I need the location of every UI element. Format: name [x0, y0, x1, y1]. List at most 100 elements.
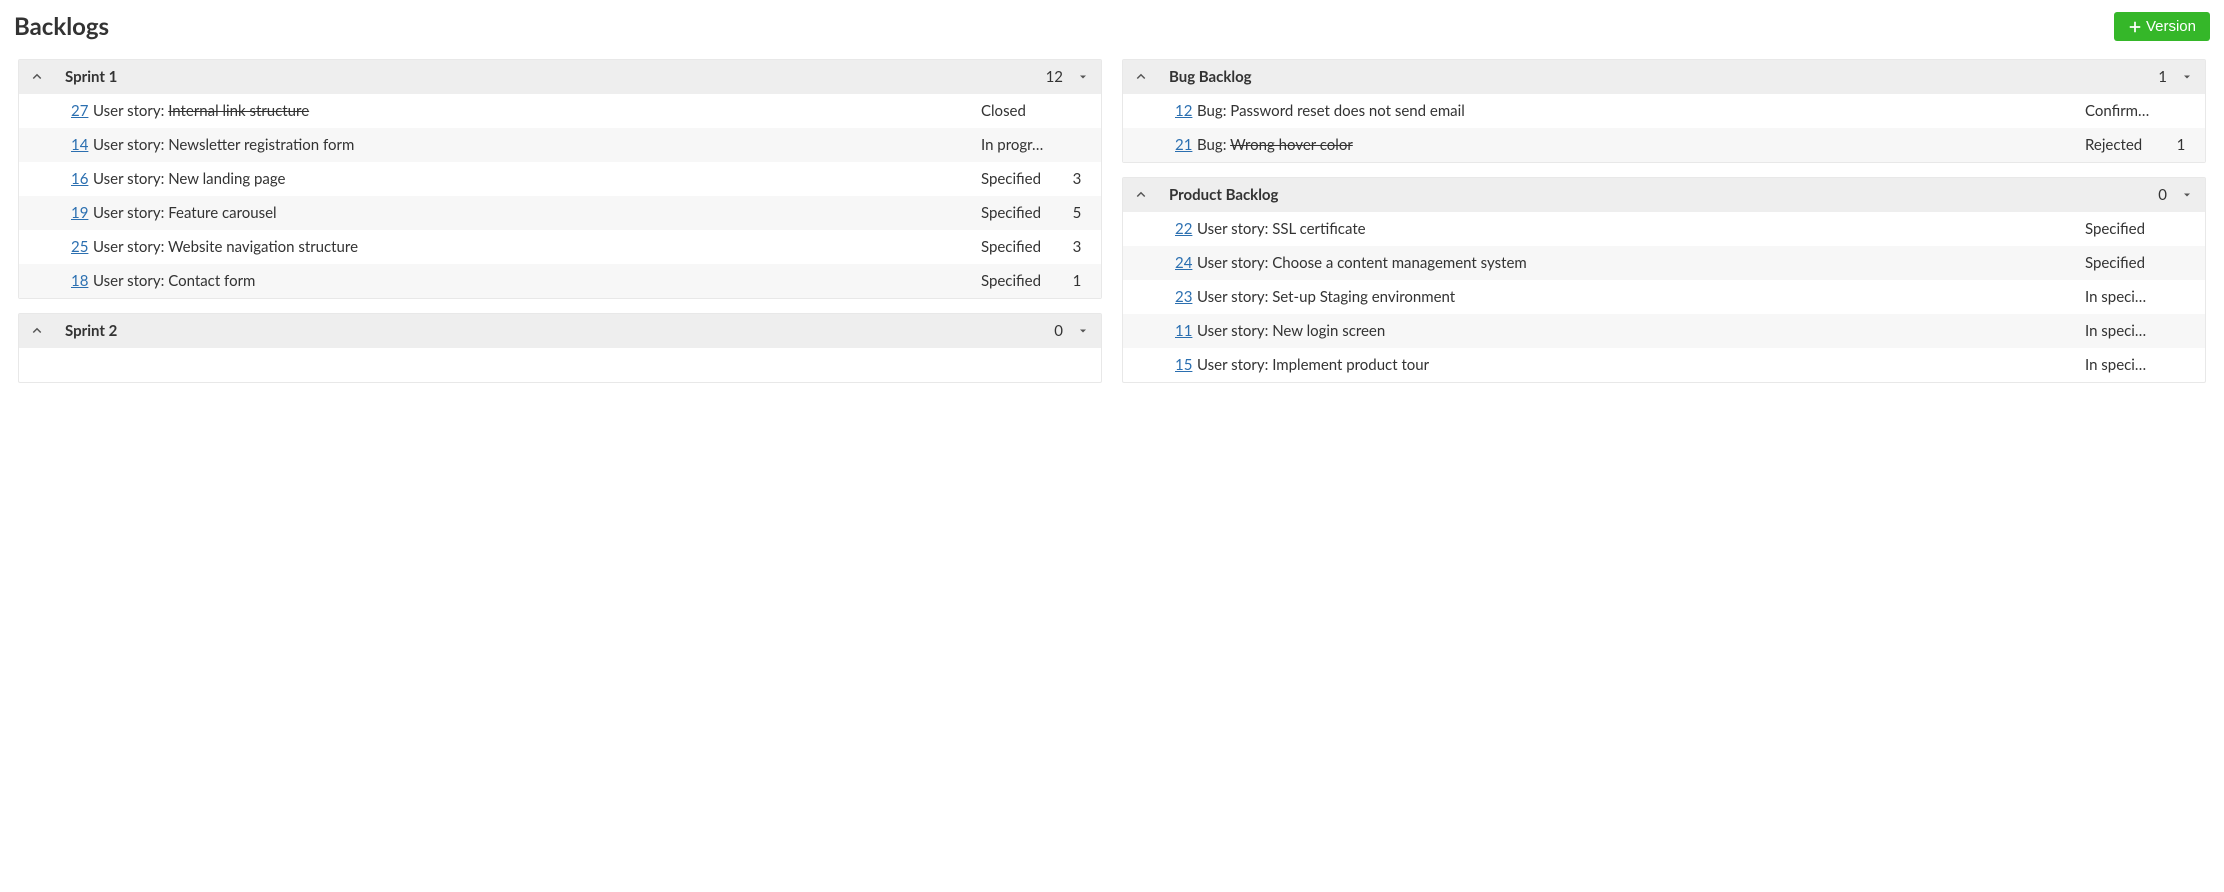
backlog-row[interactable]: 18User story: Contact formSpecified1	[19, 264, 1101, 298]
backlog-row[interactable]: 12Bug: Password reset does not send emai…	[1123, 94, 2205, 128]
row-status: Closed	[981, 102, 1065, 120]
row-subject: Newsletter registration form	[168, 136, 354, 154]
backlog-panel-sprint1: Sprint 11227User story: Internal link st…	[18, 59, 1102, 299]
backlog-panel-sprint2: Sprint 2 0	[18, 313, 1102, 383]
row-subject: Contact form	[168, 272, 255, 290]
row-id-link[interactable]: 18	[51, 272, 93, 290]
row-id-link[interactable]: 19	[51, 204, 93, 222]
left-column: Sprint 11227User story: Internal link st…	[18, 59, 1102, 397]
row-summary[interactable]: Bug: Wrong hover color	[1197, 136, 2085, 154]
row-summary[interactable]: User story: New landing page	[93, 170, 981, 188]
row-subject: Implement product tour	[1272, 356, 1429, 374]
row-status: In speci…	[2085, 322, 2169, 340]
panel-header[interactable]: Sprint 2 0	[19, 314, 1101, 348]
backlog-row[interactable]: 14User story: Newsletter registration fo…	[19, 128, 1101, 162]
row-prefix: User story:	[1197, 322, 1272, 340]
row-summary[interactable]: User story: New login screen	[1197, 322, 2085, 340]
row-prefix: User story:	[93, 272, 168, 290]
row-status: In progr…	[981, 136, 1065, 154]
row-points: 3	[1065, 170, 1089, 188]
caret-down-icon[interactable]	[1077, 325, 1089, 337]
row-id-link[interactable]: 22	[1155, 220, 1197, 238]
panel-title: Sprint 2	[53, 322, 1044, 340]
add-version-button[interactable]: Version	[2114, 12, 2210, 41]
row-summary[interactable]: User story: Feature carousel	[93, 204, 981, 222]
row-id-link[interactable]: 14	[51, 136, 93, 154]
row-id-link[interactable]: 11	[1155, 322, 1197, 340]
row-summary[interactable]: Bug: Password reset does not send email	[1197, 102, 2085, 120]
caret-down-icon[interactable]	[1077, 71, 1089, 83]
row-prefix: User story:	[1197, 254, 1272, 272]
backlog-row[interactable]: 23User story: Set-up Staging environment…	[1123, 280, 2205, 314]
chevron-up-icon[interactable]	[31, 325, 43, 337]
row-subject: Password reset does not send email	[1230, 102, 1464, 120]
backlog-panel-bug-backlog: Bug Backlog 1 12Bug: Password reset does n…	[1122, 59, 2206, 163]
row-id-link[interactable]: 24	[1155, 254, 1197, 272]
row-id-link[interactable]: 23	[1155, 288, 1197, 306]
row-summary[interactable]: User story: SSL certificate	[1197, 220, 2085, 238]
row-id-link[interactable]: 15	[1155, 356, 1197, 374]
plus-icon	[2128, 20, 2142, 34]
panel-count: 0	[2158, 186, 2171, 204]
row-prefix: User story:	[93, 136, 168, 154]
row-id-link[interactable]: 25	[51, 238, 93, 256]
chevron-up-icon[interactable]	[31, 71, 43, 83]
panel-header[interactable]: Sprint 112	[19, 60, 1101, 94]
row-subject: Feature carousel	[168, 204, 276, 222]
add-version-label: Version	[2146, 18, 2196, 35]
panel-body: 22User story: SSL certificateSpecified24…	[1123, 212, 2205, 382]
row-summary[interactable]: User story: Internal link structure	[93, 102, 981, 120]
panel-title: Product Backlog	[1157, 186, 2148, 204]
row-status: Specified	[981, 170, 1065, 188]
row-status: In speci…	[2085, 288, 2169, 306]
panel-header[interactable]: Bug Backlog 1	[1123, 60, 2205, 94]
panel-body	[19, 348, 1101, 382]
panel-count: 1	[2158, 68, 2171, 86]
row-prefix: User story:	[1197, 356, 1272, 374]
row-subject: Wrong hover color	[1230, 136, 1353, 154]
panel-body: 12Bug: Password reset does not send emai…	[1123, 94, 2205, 162]
row-summary[interactable]: User story: Contact form	[93, 272, 981, 290]
backlog-row[interactable]: 16User story: New landing pageSpecified3	[19, 162, 1101, 196]
caret-down-icon[interactable]	[2181, 71, 2193, 83]
caret-down-icon[interactable]	[2181, 189, 2193, 201]
row-points: 1	[1065, 272, 1089, 290]
backlog-row[interactable]: 25User story: Website navigation structu…	[19, 230, 1101, 264]
row-summary[interactable]: User story: Implement product tour	[1197, 356, 2085, 374]
row-summary[interactable]: User story: Newsletter registration form	[93, 136, 981, 154]
row-prefix: User story:	[1197, 220, 1272, 238]
panel-header[interactable]: Product Backlog 0	[1123, 178, 2205, 212]
row-status: Specified	[2085, 254, 2169, 272]
panel-body: 27User story: Internal link structureClo…	[19, 94, 1101, 298]
row-status: Rejected	[2085, 136, 2169, 154]
backlog-row[interactable]: 19User story: Feature carouselSpecified5	[19, 196, 1101, 230]
row-subject: Website navigation structure	[168, 238, 358, 256]
row-summary[interactable]: User story: Set-up Staging environment	[1197, 288, 2085, 306]
row-id-link[interactable]: 27	[51, 102, 93, 120]
backlog-row[interactable]: 15User story: Implement product tourIn s…	[1123, 348, 2205, 382]
row-subject: SSL certificate	[1272, 220, 1365, 238]
row-summary[interactable]: User story: Website navigation structure	[93, 238, 981, 256]
page-title: Backlogs	[14, 12, 109, 41]
row-prefix: Bug:	[1197, 136, 1230, 154]
panel-count: 0	[1054, 322, 1067, 340]
row-subject: Choose a content management system	[1272, 254, 1527, 272]
backlog-row[interactable]: 27User story: Internal link structureClo…	[19, 94, 1101, 128]
row-status: In speci…	[2085, 356, 2169, 374]
row-summary[interactable]: User story: Choose a content management …	[1197, 254, 2085, 272]
row-id-link[interactable]: 16	[51, 170, 93, 188]
row-prefix: User story:	[1197, 288, 1272, 306]
chevron-up-icon[interactable]	[1135, 189, 1147, 201]
row-status: Specified	[981, 204, 1065, 222]
backlog-row[interactable]: 11User story: New login screenIn speci…	[1123, 314, 2205, 348]
backlog-row[interactable]: 22User story: SSL certificateSpecified	[1123, 212, 2205, 246]
row-subject: Set-up Staging environment	[1272, 288, 1455, 306]
backlog-row[interactable]: 21Bug: Wrong hover colorRejected1	[1123, 128, 2205, 162]
row-status: Specified	[2085, 220, 2169, 238]
row-id-link[interactable]: 12	[1155, 102, 1197, 120]
backlog-row[interactable]: 24User story: Choose a content managemen…	[1123, 246, 2205, 280]
chevron-up-icon[interactable]	[1135, 71, 1147, 83]
row-id-link[interactable]: 21	[1155, 136, 1197, 154]
panel-title: Bug Backlog	[1157, 68, 2148, 86]
row-prefix: User story:	[93, 204, 168, 222]
